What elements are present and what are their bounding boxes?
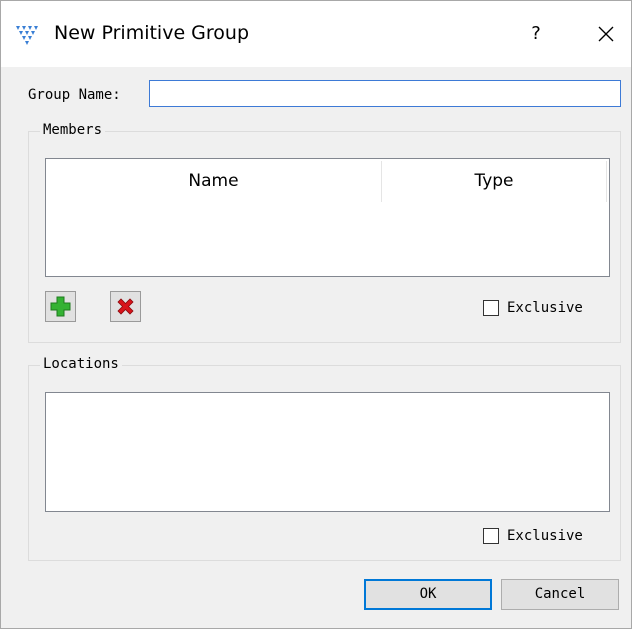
members-exclusive-label: Exclusive <box>507 300 583 316</box>
group-name-input[interactable] <box>149 80 621 107</box>
checkbox-box[interactable] <box>483 300 499 316</box>
members-exclusive-checkbox[interactable]: Exclusive <box>483 300 583 316</box>
add-member-button[interactable] <box>45 291 76 322</box>
remove-member-button[interactable] <box>110 291 141 322</box>
members-legend: Members <box>40 122 106 138</box>
members-table[interactable]: Name Type <box>45 158 610 277</box>
title-bar[interactable]: New Primitive Group ? <box>1 1 631 67</box>
checkbox-box[interactable] <box>483 528 499 544</box>
locations-exclusive-label: Exclusive <box>507 528 583 544</box>
locations-legend: Locations <box>40 356 122 372</box>
cancel-button[interactable]: Cancel <box>501 579 619 610</box>
window-title: New Primitive Group <box>54 22 250 44</box>
help-button[interactable]: ? <box>516 17 556 51</box>
close-icon <box>598 26 614 42</box>
column-divider <box>606 161 607 202</box>
close-button[interactable] <box>586 17 626 51</box>
ok-button[interactable]: OK <box>364 579 492 610</box>
column-header-type[interactable]: Type <box>382 159 606 203</box>
locations-exclusive-checkbox[interactable]: Exclusive <box>483 528 583 544</box>
gowin-logo-icon <box>16 26 38 45</box>
locations-list[interactable] <box>45 392 610 512</box>
group-name-label: Group Name: <box>28 87 121 103</box>
plus-icon <box>50 296 71 317</box>
x-icon <box>117 298 134 315</box>
new-primitive-group-dialog: New Primitive Group ? Group Name: Member… <box>0 0 632 629</box>
column-header-name[interactable]: Name <box>46 159 381 203</box>
